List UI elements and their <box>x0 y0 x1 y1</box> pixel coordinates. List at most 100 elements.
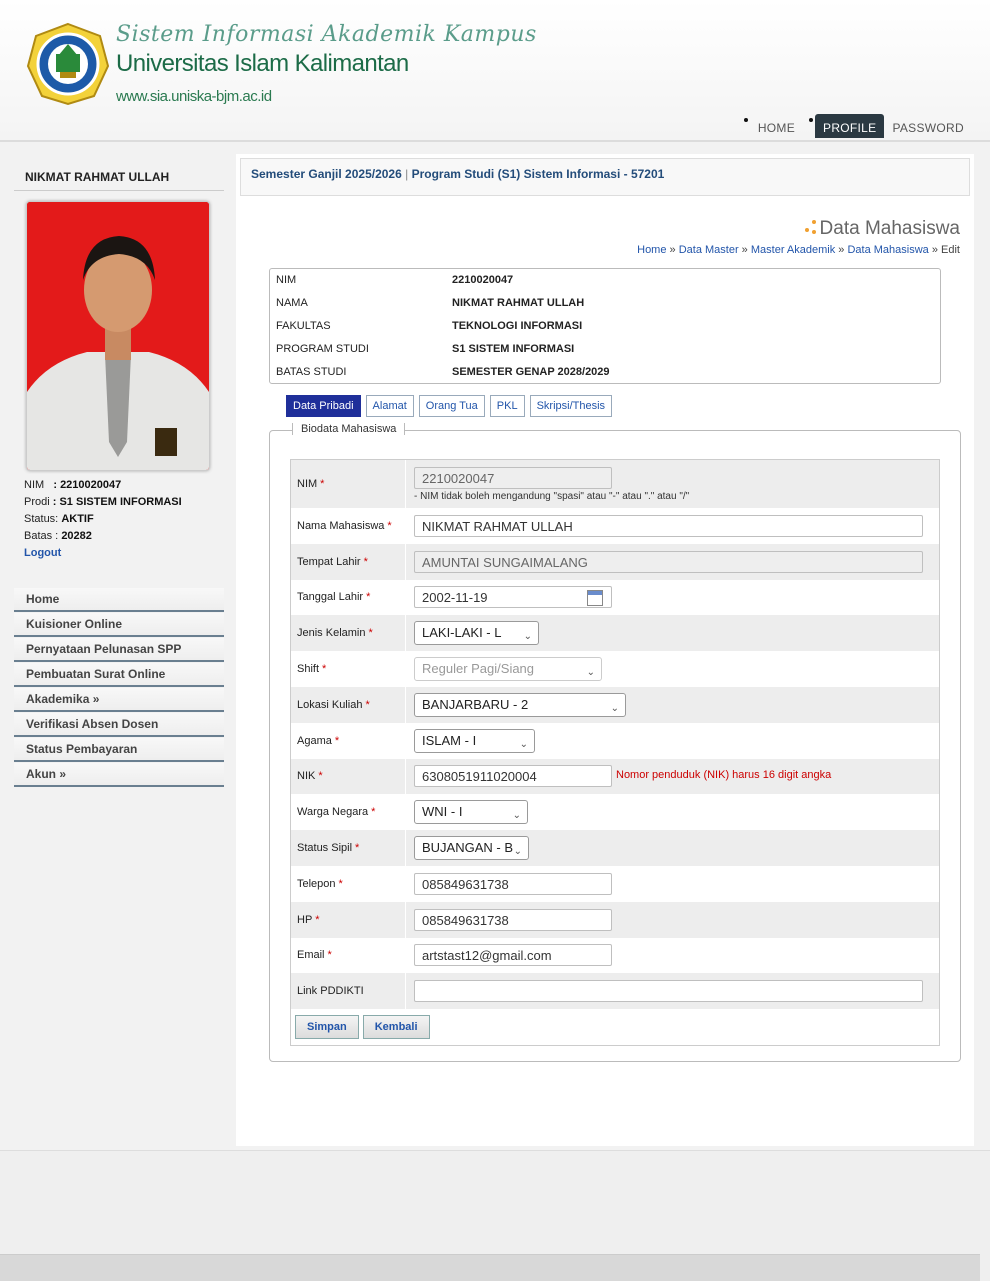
form-row-tempat-lahir: Tempat Lahir * AMUNTAI SUNGAIMALANG <box>291 543 939 580</box>
warga-negara-select[interactable]: WNI - I ⌄ <box>414 800 528 825</box>
prodi-label: Prodi <box>24 496 50 508</box>
tab-orang-tua[interactable]: Orang Tua <box>418 395 485 417</box>
tab-skripsi[interactable]: Skripsi/Thesis <box>529 395 613 417</box>
sidebar-menu: Home Kuisioner Online Pernyataan Pelunas… <box>14 588 224 787</box>
form-row-shift: Shift * Reguler Pagi/Siang ⌄ <box>291 651 939 687</box>
form-tabs: Data Pribadi Alamat Orang Tua PKL Skrips… <box>286 395 613 417</box>
form-row-tanggal-lahir: Tanggal Lahir * 2002-11-19 <box>291 579 939 616</box>
status-value: AKTIF <box>61 513 94 525</box>
sidebar-item-kuisioner[interactable]: Kuisioner Online <box>14 613 224 637</box>
nama-field-label: Nama Mahasiswa <box>297 519 385 532</box>
summary-row: NAMA NIKMAT RAHMAT ULLAH <box>276 297 585 309</box>
sidebar-item-akademika[interactable]: Akademika » <box>14 688 224 712</box>
nav-dot-icon <box>743 118 748 122</box>
program-label: Program Studi (S1) Sistem Informasi - 57… <box>411 167 665 181</box>
nim-note: - NIM tidak boleh mengandung "spasi" ata… <box>414 490 690 502</box>
nav-password[interactable]: PASSWORD <box>884 114 972 138</box>
sidebar-item-akun[interactable]: Akun » <box>14 763 224 787</box>
form-row-pddikti: Link PDDIKTI <box>291 973 939 1010</box>
form-row-status-sipil: Status Sipil * BUJANGAN - B ⌄ <box>291 830 939 866</box>
nim-field-label: NIM <box>297 478 318 490</box>
status-label: Status: <box>24 513 59 525</box>
page-title: Data Mahasiswa <box>802 218 960 240</box>
tempat-lahir-field[interactable]: AMUNTAI SUNGAIMALANG <box>414 550 923 573</box>
breadcrumb-home[interactable]: Home <box>637 244 666 256</box>
breadcrumb-master-akademik[interactable]: Master Akademik <box>751 244 835 256</box>
hp-field[interactable]: 085849631738 <box>414 908 612 931</box>
pddikti-field[interactable] <box>414 980 923 1003</box>
tab-pkl[interactable]: PKL <box>489 395 525 417</box>
telepon-field[interactable]: 085849631738 <box>414 872 612 895</box>
jenis-kelamin-select[interactable]: LAKI-LAKI - L ⌄ <box>414 621 539 646</box>
warga-negara-label: Warga Negara <box>297 806 369 819</box>
chevron-down-icon: ⌄ <box>513 846 522 858</box>
main-content: Semester Ganjil 2025/2026 | Program Stud… <box>236 154 974 1146</box>
breadcrumb: Home » Data Master » Master Akademik » D… <box>637 244 960 256</box>
back-button[interactable]: Kembali <box>362 1015 430 1040</box>
chevron-down-icon: ⌄ <box>519 738 528 750</box>
semester-bar: Semester Ganjil 2025/2026 | Program Stud… <box>240 158 970 196</box>
prodi-value: : S1 SISTEM INFORMASI <box>52 496 182 508</box>
chevron-down-icon: ⌄ <box>610 702 619 714</box>
university-logo <box>26 22 110 106</box>
system-tagline: Sistem Informasi Akademik Kampus <box>116 22 537 47</box>
shift-label: Shift <box>297 663 320 676</box>
breadcrumb-data-mahasiswa[interactable]: Data Mahasiswa <box>847 244 928 256</box>
tempat-lahir-label: Tempat Lahir <box>297 555 361 568</box>
student-summary: NIM 2210020047 NAMA NIKMAT RAHMAT ULLAH FA… <box>269 268 941 384</box>
form-row-hp: HP * 085849631738 <box>291 901 939 938</box>
calendar-icon[interactable] <box>587 590 603 607</box>
logout-link[interactable]: Logout <box>24 545 224 562</box>
sidebar-item-status-pembayaran[interactable]: Status Pembayaran <box>14 738 224 762</box>
student-info: NIM : 2210020047 Prodi : S1 SISTEM INFOR… <box>14 477 224 562</box>
agama-select[interactable]: ISLAM - I ⌄ <box>414 728 535 753</box>
summary-row: FAKULTAS TEKNOLOGI INFORMASI <box>276 320 583 332</box>
shift-select[interactable]: Reguler Pagi/Siang ⌄ <box>414 657 602 682</box>
nav-profile[interactable]: PROFILE <box>815 114 885 138</box>
sidebar: NIKMAT RAHMAT ULLAH NIM : 2210020047 Pro… <box>14 154 224 788</box>
email-field[interactable]: artstast12@gmail.com <box>414 944 612 967</box>
header-divider <box>0 140 990 142</box>
email-label: Email <box>297 949 325 962</box>
tanggal-lahir-label: Tanggal Lahir <box>297 591 364 604</box>
top-nav: HOME PROFILE PASSWORD <box>738 114 972 138</box>
site-url: www.sia.uniska-bjm.ac.id <box>116 88 272 105</box>
breadcrumb-current: Edit <box>941 244 960 256</box>
nik-field[interactable]: 6308051911020004 <box>414 765 612 788</box>
hp-label: HP <box>297 913 313 926</box>
sidebar-item-verifikasi-absen[interactable]: Verifikasi Absen Dosen <box>14 713 224 737</box>
lokasi-kuliah-select[interactable]: BANJARBARU - 2 ⌄ <box>414 692 626 717</box>
summary-row: NIM 2210020047 <box>276 274 514 286</box>
save-button[interactable]: Simpan <box>295 1015 359 1040</box>
sidebar-item-home[interactable]: Home <box>14 588 224 612</box>
form-row-nama: Nama Mahasiswa * NIKMAT RAHMAT ULLAH <box>291 508 939 544</box>
summary-row: BATAS STUDI SEMESTER GENAP 2028/2029 <box>276 366 610 378</box>
page-footer <box>0 1150 990 1281</box>
semester-label: Semester Ganjil 2025/2026 <box>251 167 402 181</box>
tab-data-pribadi[interactable]: Data Pribadi <box>286 395 361 417</box>
title-dots-icon <box>802 219 820 238</box>
telepon-label: Telepon <box>297 877 336 890</box>
sidebar-item-pelunasan-spp[interactable]: Pernyataan Pelunasan SPP <box>14 638 224 662</box>
tanggal-lahir-field[interactable]: 2002-11-19 <box>414 586 612 609</box>
status-sipil-label: Status Sipil <box>297 842 353 855</box>
batas-label: Batas : <box>24 530 59 542</box>
sidebar-item-surat-online[interactable]: Pembuatan Surat Online <box>14 663 224 687</box>
nama-field[interactable]: NIKMAT RAHMAT ULLAH <box>414 514 923 537</box>
form-row-warga-negara: Warga Negara * WNI - I ⌄ <box>291 794 939 831</box>
status-sipil-select[interactable]: BUJANGAN - B ⌄ <box>414 836 529 861</box>
university-name: Universitas Islam Kalimantan <box>116 50 409 77</box>
lokasi-kuliah-label: Lokasi Kuliah <box>297 698 363 711</box>
tab-alamat[interactable]: Alamat <box>365 395 414 417</box>
summary-row: PROGRAM STUDI S1 SISTEM INFORMASI <box>276 343 575 355</box>
nim-field[interactable]: 2210020047 <box>414 466 612 489</box>
breadcrumb-data-master[interactable]: Data Master <box>679 244 739 256</box>
nim-value: : 2210020047 <box>53 479 122 491</box>
nik-label: NIK <box>297 770 316 783</box>
footer-bar <box>0 1254 980 1281</box>
biodata-fieldset: Biodata Mahasiswa NIM * 2210020047 - NIM … <box>269 423 961 1062</box>
jenis-kelamin-label: Jenis Kelamin <box>297 627 366 640</box>
nav-home[interactable]: HOME <box>750 114 803 138</box>
sidebar-user-name: NIKMAT RAHMAT ULLAH <box>14 154 224 191</box>
form-row-lokasi-kuliah: Lokasi Kuliah * BANJARBARU - 2 ⌄ <box>291 686 939 723</box>
